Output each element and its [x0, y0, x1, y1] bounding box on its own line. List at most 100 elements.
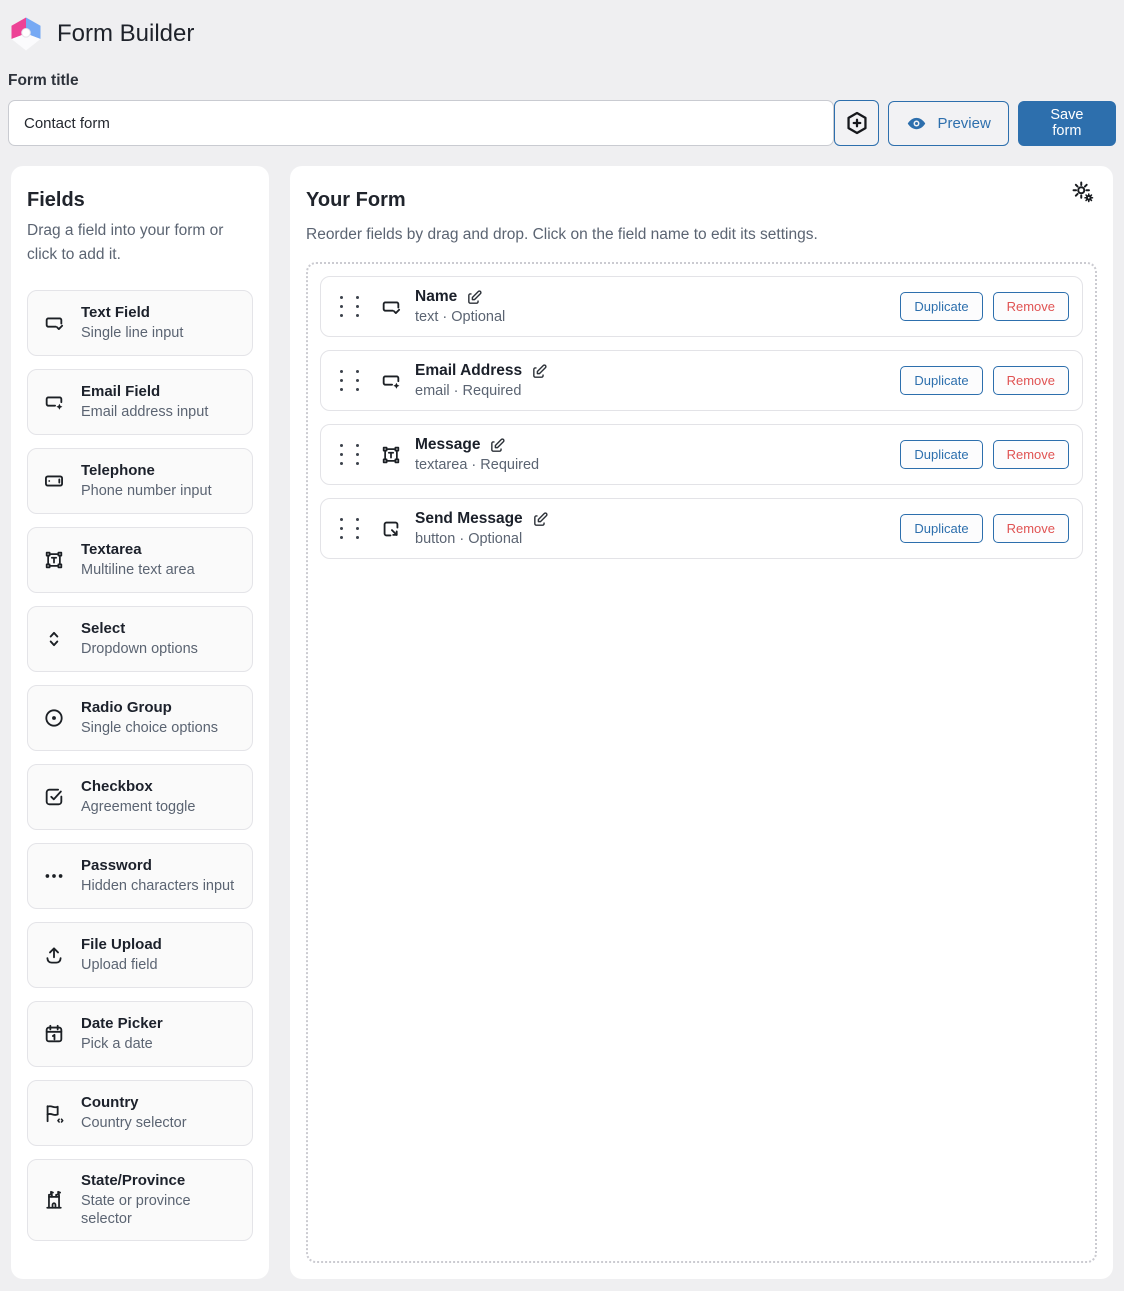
field-card-radio-group[interactable]: Radio Group Single choice options	[27, 685, 253, 751]
form-title-label: Form title	[8, 72, 1116, 90]
field-name[interactable]: Email Address	[415, 362, 548, 380]
field-card-desc: Single line input	[81, 324, 183, 342]
drag-handle[interactable]	[340, 518, 359, 539]
drag-handle[interactable]	[340, 444, 359, 465]
duplicate-button[interactable]: Duplicate	[900, 440, 982, 469]
duplicate-button[interactable]: Duplicate	[900, 292, 982, 321]
preview-button-label: Preview	[937, 115, 990, 132]
duplicate-button[interactable]: Duplicate	[900, 514, 982, 543]
form-row-send-message: Send Message button · Optional Duplicate…	[320, 498, 1083, 559]
form-row-name: Name text · Optional Duplicate Remove	[320, 276, 1083, 337]
form-dropzone[interactable]: Name text · Optional Duplicate Remove	[306, 262, 1097, 1263]
hexagon-plus-icon	[844, 110, 870, 136]
add-field-button[interactable]	[834, 100, 879, 146]
app-title: Form Builder	[57, 20, 194, 48]
field-name-label: Name	[415, 288, 457, 306]
text-resize-icon	[380, 444, 402, 466]
form-row-email-address: Email Address email · Required Duplicate…	[320, 350, 1083, 411]
fields-panel: Fields Drag a field into your form or cl…	[11, 166, 269, 1279]
edit-pencil-icon[interactable]	[489, 437, 506, 454]
field-card-select[interactable]: Select Dropdown options	[27, 606, 253, 672]
field-card-date-picker[interactable]: Date Picker Pick a date	[27, 1001, 253, 1067]
field-card-title: Checkbox	[81, 778, 195, 795]
field-card-desc: Phone number input	[81, 482, 212, 500]
drag-handle[interactable]	[340, 370, 359, 391]
field-meta: text · Optional	[415, 309, 505, 325]
app-logo-icon	[8, 16, 44, 52]
field-card-title: Radio Group	[81, 699, 218, 716]
field-card-title: File Upload	[81, 936, 162, 953]
remove-button[interactable]: Remove	[993, 292, 1069, 321]
field-card-desc: Upload field	[81, 956, 162, 974]
edit-pencil-icon[interactable]	[531, 363, 548, 380]
field-card-desc: Single choice options	[81, 719, 218, 737]
field-card-title: Text Field	[81, 304, 183, 321]
field-card-password[interactable]: Password Hidden characters input	[27, 843, 253, 909]
input-spark-icon	[380, 370, 402, 392]
field-name[interactable]: Name	[415, 288, 505, 306]
input-check-icon	[380, 296, 402, 318]
field-card-desc: State or province selector	[81, 1192, 240, 1228]
edit-pencil-icon[interactable]	[466, 289, 483, 306]
edit-pencil-icon[interactable]	[532, 511, 549, 528]
field-name[interactable]: Message	[415, 436, 539, 454]
field-card-desc: Dropdown options	[81, 640, 198, 658]
your-form-subtitle: Reorder fields by drag and drop. Click o…	[306, 226, 1097, 244]
selector-icon	[43, 628, 65, 650]
field-card-title: Password	[81, 857, 234, 874]
preview-button[interactable]: Preview	[888, 101, 1008, 146]
checkbox-icon	[43, 786, 65, 808]
field-card-desc: Multiline text area	[81, 561, 195, 579]
input-check-icon	[43, 312, 65, 334]
field-name[interactable]: Send Message	[415, 510, 549, 528]
fields-panel-description: Drag a field into your form or click to …	[27, 219, 253, 267]
workspace: Fields Drag a field into your form or cl…	[11, 166, 1113, 1279]
topbar: Preview Save form	[8, 100, 1116, 146]
field-card-checkbox[interactable]: Checkbox Agreement toggle	[27, 764, 253, 830]
eye-icon	[906, 113, 927, 134]
field-card-title: Email Field	[81, 383, 208, 400]
remove-button[interactable]: Remove	[993, 366, 1069, 395]
app-header: Form Builder	[0, 0, 1124, 58]
form-settings-button[interactable]	[1068, 179, 1096, 207]
password-dots-icon	[43, 865, 65, 887]
field-card-title: Textarea	[81, 541, 195, 558]
field-meta: button · Optional	[415, 531, 549, 547]
settings-cog-icon	[1070, 179, 1095, 204]
your-form-panel: Your Form Reorder fields by drag and dro…	[290, 166, 1113, 1279]
flag-code-icon	[43, 1102, 65, 1124]
field-card-textarea[interactable]: Textarea Multiline text area	[27, 527, 253, 593]
save-form-button[interactable]: Save form	[1018, 101, 1116, 146]
field-card-desc: Pick a date	[81, 1035, 163, 1053]
drag-handle[interactable]	[340, 296, 359, 317]
field-card-telephone[interactable]: Telephone Phone number input	[27, 448, 253, 514]
field-meta: email · Required	[415, 383, 548, 399]
field-card-state-province[interactable]: State/Province State or province selecto…	[27, 1159, 253, 1241]
field-name-label: Email Address	[415, 362, 522, 380]
field-card-title: Country	[81, 1094, 187, 1111]
duplicate-button[interactable]: Duplicate	[900, 366, 982, 395]
form-title-input[interactable]	[8, 100, 834, 146]
building-icon	[43, 1189, 65, 1211]
field-name-label: Message	[415, 436, 480, 454]
field-card-country[interactable]: Country Country selector	[27, 1080, 253, 1146]
field-card-email-field[interactable]: Email Field Email address input	[27, 369, 253, 435]
field-card-desc: Email address input	[81, 403, 208, 421]
field-card-desc: Agreement toggle	[81, 798, 195, 816]
field-card-file-upload[interactable]: File Upload Upload field	[27, 922, 253, 988]
form-row-message: Message textarea · Required Duplicate Re…	[320, 424, 1083, 485]
remove-button[interactable]: Remove	[993, 514, 1069, 543]
field-card-text-field[interactable]: Text Field Single line input	[27, 290, 253, 356]
field-card-desc: Hidden characters input	[81, 877, 234, 895]
radio-icon	[43, 707, 65, 729]
text-resize-icon	[43, 549, 65, 571]
field-card-title: Select	[81, 620, 198, 637]
your-form-title: Your Form	[306, 189, 1097, 212]
field-meta: textarea · Required	[415, 457, 539, 473]
input-spark-icon	[43, 391, 65, 413]
calendar-icon	[43, 1023, 65, 1045]
remove-button[interactable]: Remove	[993, 440, 1069, 469]
field-card-desc: Country selector	[81, 1114, 187, 1132]
square-arrow-out-icon	[380, 518, 402, 540]
field-card-title: State/Province	[81, 1172, 240, 1189]
